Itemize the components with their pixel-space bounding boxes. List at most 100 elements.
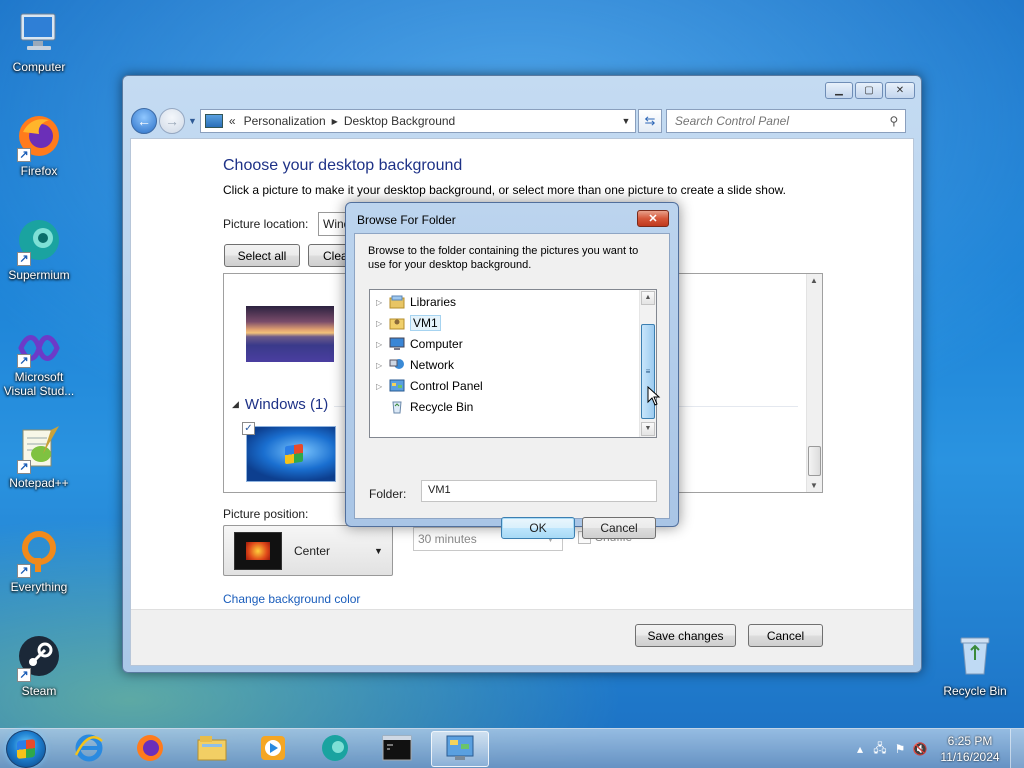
- firefox-icon: [135, 733, 165, 766]
- expand-arrow-icon[interactable]: ▷: [376, 298, 388, 307]
- tree-item-label: Computer: [410, 337, 463, 351]
- recent-pages-dropdown-icon[interactable]: ▼: [188, 116, 197, 126]
- page-description: Click a picture to make it your desktop …: [223, 183, 786, 197]
- media-player-icon: [258, 733, 288, 766]
- desktop-icon-everything[interactable]: ↗ Everything: [1, 528, 77, 594]
- picture-list-scrollbar[interactable]: ▲ ▼: [806, 274, 822, 492]
- taskbar-control-panel[interactable]: [431, 731, 489, 767]
- breadcrumb-personalization[interactable]: Personalization: [244, 114, 326, 128]
- search-box[interactable]: ⚲: [665, 109, 906, 133]
- taskbar-file-explorer[interactable]: [183, 731, 241, 767]
- show-hidden-icons-icon[interactable]: ▴: [850, 742, 870, 756]
- tree-item-recycle-bin[interactable]: Recycle Bin: [376, 397, 473, 417]
- taskbar-supermium[interactable]: [306, 731, 364, 767]
- folder-label: Folder:: [369, 487, 407, 501]
- back-arrow-icon: ←: [137, 113, 151, 129]
- desktop-icon-label: Everything: [10, 580, 68, 594]
- windows-logo-icon: [285, 443, 303, 465]
- wallpaper-thumbnail-sunset[interactable]: [246, 306, 334, 362]
- group-header-windows[interactable]: ◢ Windows (1): [232, 396, 328, 413]
- breadcrumb-overflow[interactable]: «: [229, 114, 236, 128]
- expand-arrow-icon[interactable]: ▷: [376, 361, 388, 370]
- tree-item-libraries[interactable]: ▷ Libraries: [376, 292, 456, 312]
- footer-bar: Save changes Cancel: [131, 609, 913, 665]
- tree-item-computer[interactable]: ▷ Computer: [376, 334, 463, 354]
- expand-arrow-icon[interactable]: ▷: [376, 319, 388, 328]
- scrollbar-thumb[interactable]: [808, 446, 821, 476]
- desktop-icon-supermium[interactable]: ↗ Supermium: [1, 216, 77, 282]
- wallpaper-checkbox[interactable]: ✓: [242, 422, 255, 435]
- taskbar-internet-explorer[interactable]: [60, 731, 118, 767]
- windows-logo-icon: [17, 739, 35, 759]
- computer-icon: [388, 336, 406, 352]
- system-clock[interactable]: 6:25 PM 11/16/2024: [930, 733, 1010, 765]
- picture-position-select[interactable]: Center ▼: [223, 525, 393, 576]
- expand-arrow-icon[interactable]: ▷: [376, 382, 388, 391]
- network-tray-icon[interactable]: 🖧: [870, 739, 890, 760]
- breadcrumb-desktop-background[interactable]: Desktop Background: [344, 114, 455, 128]
- position-preview-icon: [234, 531, 282, 570]
- search-icon[interactable]: ⚲: [883, 114, 905, 128]
- show-desktop-button[interactable]: [1010, 729, 1024, 768]
- minimize-button[interactable]: ▁: [825, 82, 853, 99]
- everything-icon: ↗: [15, 528, 63, 578]
- action-center-flag-icon[interactable]: ⚑: [890, 742, 910, 756]
- shortcut-arrow-icon: ↗: [17, 668, 31, 682]
- collapse-icon[interactable]: ◢: [232, 399, 239, 410]
- start-button[interactable]: [6, 730, 46, 768]
- address-bar[interactable]: « Personalization ▶ Desktop Background ▼: [199, 109, 636, 133]
- expand-arrow-icon[interactable]: ▷: [376, 340, 388, 349]
- forward-arrow-icon: →: [165, 113, 179, 129]
- cancel-button[interactable]: Cancel: [748, 624, 823, 647]
- desktop-icon-computer[interactable]: Computer: [1, 8, 77, 74]
- scroll-down-icon[interactable]: ▼: [810, 481, 818, 490]
- clear-all-button[interactable]: Clear all: [308, 244, 348, 267]
- close-button[interactable]: ✕: [885, 82, 915, 99]
- dialog-cancel-button[interactable]: Cancel: [582, 517, 656, 539]
- library-icon: [388, 294, 406, 310]
- maximize-button[interactable]: ▢: [855, 82, 883, 99]
- interval-value: 30 minutes: [418, 532, 477, 546]
- back-button[interactable]: ←: [131, 108, 157, 134]
- forward-button[interactable]: →: [159, 108, 185, 134]
- navigation-bar: ← → ▼ « Personalization ▶ Desktop Backgr…: [131, 107, 913, 135]
- scroll-up-icon[interactable]: ▲: [641, 291, 655, 305]
- taskbar-firefox[interactable]: [121, 731, 179, 767]
- desktop-icon-steam[interactable]: ↗ Steam: [1, 632, 77, 698]
- desktop-icon-recycle-bin[interactable]: Recycle Bin: [937, 632, 1013, 698]
- address-dropdown-icon[interactable]: ▼: [617, 116, 635, 126]
- control-panel-icon: [445, 734, 475, 765]
- wallpaper-thumbnail-windows7[interactable]: [246, 426, 336, 482]
- ok-button[interactable]: OK: [501, 517, 575, 539]
- taskbar-command-prompt[interactable]: [368, 731, 426, 767]
- volume-muted-icon[interactable]: 🔇: [910, 742, 930, 756]
- select-all-button[interactable]: Select all: [224, 244, 300, 267]
- close-icon: ✕: [895, 85, 905, 96]
- folder-field[interactable]: VM1: [421, 480, 657, 502]
- folder-tree: ▷ Libraries ▷ VM1 ▷ Computer ▷ Network ▷: [369, 289, 657, 438]
- page-title: Choose your desktop background: [223, 157, 463, 174]
- window-caption-buttons: ▁ ▢ ✕: [825, 82, 915, 99]
- desktop-icon-firefox[interactable]: ↗ Firefox: [1, 112, 77, 178]
- command-prompt-icon: [382, 735, 412, 764]
- search-input[interactable]: [674, 114, 883, 128]
- tree-item-vm1[interactable]: ▷ VM1: [376, 313, 441, 333]
- shortcut-arrow-icon: ↗: [17, 354, 31, 368]
- scroll-down-icon[interactable]: ▼: [641, 422, 655, 436]
- desktop-icon-notepadpp[interactable]: ↗ Notepad++: [1, 424, 77, 490]
- tree-item-control-panel[interactable]: ▷ Control Panel: [376, 376, 483, 396]
- browse-for-folder-dialog: Browse For Folder ✕ Browse to the folder…: [345, 202, 679, 539]
- taskbar-media-player[interactable]: [244, 731, 302, 767]
- scroll-up-icon[interactable]: ▲: [810, 276, 818, 285]
- breadcrumb-separator-icon[interactable]: ▶: [332, 117, 338, 126]
- folder-tree-scrollbar[interactable]: ▲ ≡ ▼: [639, 290, 656, 437]
- refresh-button[interactable]: ⇆: [637, 109, 662, 133]
- dropdown-arrow-icon: ▼: [374, 545, 383, 556]
- change-background-color-link[interactable]: Change background color: [223, 592, 360, 606]
- tree-item-network[interactable]: ▷ Network: [376, 355, 454, 375]
- desktop-icon-visual-studio[interactable]: ↗ Microsoft Visual Stud...: [1, 330, 77, 398]
- dialog-close-button[interactable]: ✕: [637, 210, 669, 227]
- dialog-body: Browse to the folder containing the pict…: [354, 233, 670, 539]
- taskbar: ▴ 🖧 ⚑ 🔇 6:25 PM 11/16/2024: [0, 728, 1024, 768]
- save-changes-button[interactable]: Save changes: [635, 624, 736, 647]
